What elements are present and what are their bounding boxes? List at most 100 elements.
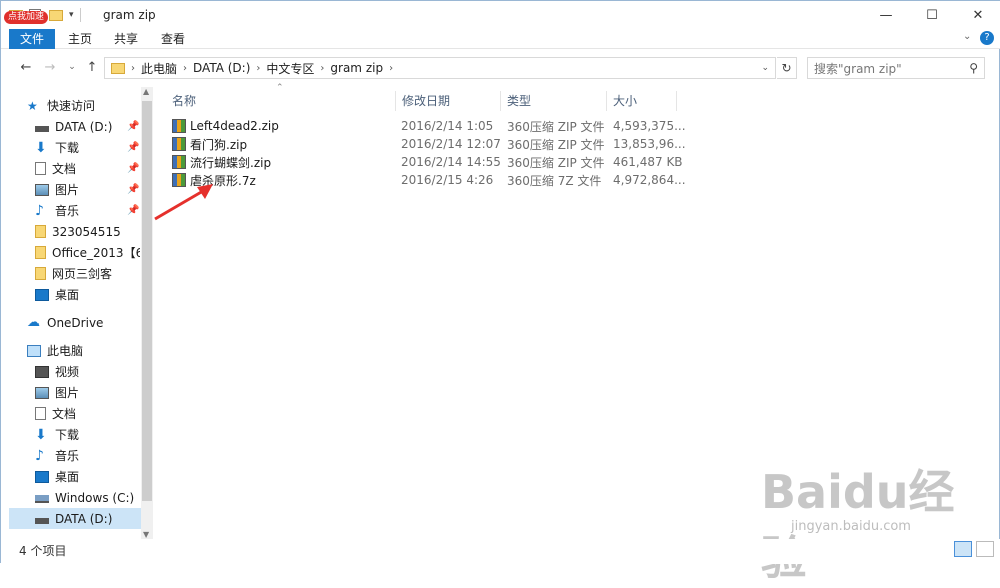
new-folder-icon[interactable] [49,9,63,21]
folder-icon [111,62,125,74]
column-header-date[interactable]: 修改日期 [396,91,501,111]
customize-toolbar-chevron-icon[interactable]: ▾ [69,10,74,20]
star-icon: ★ [27,98,38,113]
table-row[interactable]: 虐杀原形.7z 2016/2/15 4:26 360压缩 7Z 文件 4,972… [172,171,692,189]
column-header-name[interactable]: 名称 [166,91,396,111]
table-row[interactable]: Left4dead2.zip 2016/2/14 1:05 360压缩 ZIP … [172,117,692,135]
scroll-down-icon[interactable]: ▼ [143,530,149,539]
zip-file-icon [172,119,186,133]
file-date: 2016/2/15 4:26 [401,173,494,187]
pin-icon[interactable]: 📌 [127,121,139,132]
annotation-arrow-icon [154,184,213,221]
windows-drive-icon [35,495,49,503]
file-size: 4,593,375... [613,119,686,133]
tab-view[interactable]: 查看 [153,29,193,49]
file-date: 2016/2/14 14:55 [401,155,501,169]
drive-icon [35,517,49,524]
picture-icon [35,183,49,196]
music-icon: ♪ [35,202,44,219]
pin-icon[interactable]: 📌 [127,163,139,174]
pin-icon[interactable]: 📌 [127,142,139,153]
up-button[interactable]: ↑ [83,58,101,76]
pin-icon[interactable]: 📌 [127,205,139,216]
tab-home[interactable]: 主页 [61,29,99,49]
folder-icon [35,267,46,280]
minimize-button[interactable]: — [863,1,909,29]
drive-icon [35,125,49,132]
address-dropdown-icon[interactable]: ⌄ [761,63,769,73]
nav-item-pc-downloads[interactable]: ⬇ 下载 [35,424,153,445]
nav-item-desktop[interactable]: 桌面 [35,284,153,305]
document-icon [35,162,46,175]
document-icon [35,407,46,420]
maximize-button[interactable]: ☐ [909,1,955,29]
recent-locations-chevron-icon[interactable]: ⌄ [63,58,81,76]
search-placeholder: 搜索"gram zip" [814,61,902,76]
download-icon: ⬇ [35,426,47,443]
folder-icon [35,246,46,259]
nav-this-pc[interactable]: 此电脑 [27,340,153,361]
help-icon[interactable]: ? [980,31,994,45]
file-size: 461,487 KB [613,155,683,169]
table-row[interactable]: 流行蝴蝶剑.zip 2016/2/14 14:55 360压缩 ZIP 文件 4… [172,153,692,171]
zip-file-icon [172,137,186,151]
column-header-size[interactable]: 大小 [607,91,677,111]
file-type: 360压缩 ZIP 文件 [507,155,605,170]
cloud-icon: ☁ [27,314,40,330]
address-row: ← → ⌄ ↑ › 此电脑 › DATA (D:) › 中文专区 › gram … [1,53,1000,81]
nav-onedrive[interactable]: ☁ OneDrive [27,312,153,333]
tab-file[interactable]: 文件 [9,29,55,49]
details-view-icon[interactable] [954,541,972,557]
tab-share[interactable]: 共享 [107,29,145,49]
forward-button[interactable]: → [41,58,59,76]
nav-item-videos[interactable]: 视频 [35,361,153,382]
sort-ascending-icon: ⌃ [276,83,284,93]
desktop-icon [35,288,49,301]
column-header-type[interactable]: 类型 [501,91,607,111]
nav-quick-access[interactable]: ★ 快速访问 [27,95,153,116]
file-type: 360压缩 ZIP 文件 [507,119,605,134]
title-bar: ▾ 点我加速 gram zip — ☐ ✕ [1,1,1000,29]
picture-icon [35,386,49,399]
speedup-badge[interactable]: 点我加速 [4,11,49,24]
file-date: 2016/2/14 12:07 [401,137,501,151]
nav-item-pc-desktop[interactable]: 桌面 [35,466,153,487]
zip-file-icon [172,155,186,169]
address-bar[interactable]: › 此电脑 › DATA (D:) › 中文专区 › gram zip › ⌄ [104,57,776,79]
baidu-watermark-url: jingyan.baidu.com [791,519,911,534]
nav-item-pc-pictures[interactable]: 图片 [35,382,153,403]
file-size: 13,853,96... [613,137,686,151]
navigation-pane: ★ 快速访问 DATA (D:) ⬇ 下载 文档 图片 ♪ 音乐 3230545… [1,87,153,539]
expand-ribbon-icon[interactable]: ⌄ [963,31,971,42]
pin-icon[interactable]: 📌 [127,184,139,195]
nav-item-pc-music[interactable]: ♪ 音乐 [35,445,153,466]
file-name: 流行蝴蝶剑.zip [190,155,272,170]
file-type: 360压缩 ZIP 文件 [507,137,605,152]
nav-item-folder-323054515[interactable]: 323054515 [35,221,153,242]
breadcrumb-chinese-zone[interactable]: 中文专区 [260,60,320,77]
refresh-button[interactable]: ↻ [777,57,797,79]
breadcrumb-separator-icon: › [389,62,394,74]
scroll-up-icon[interactable]: ▲ [143,87,149,96]
close-button[interactable]: ✕ [955,1,1000,29]
nav-item-data-d-selected[interactable]: DATA (D:) [9,508,141,529]
table-row[interactable]: 看门狗.zip 2016/2/14 12:07 360压缩 ZIP 文件 13,… [172,135,692,153]
breadcrumb-gram-zip[interactable]: gram zip [324,61,389,75]
status-bar: 4 个项目 [1,539,1000,564]
breadcrumb-this-pc[interactable]: 此电脑 [135,60,183,77]
search-input[interactable]: 搜索"gram zip" ⚲ [807,57,985,79]
large-icons-view-icon[interactable] [976,541,994,557]
nav-item-windows-c[interactable]: Windows (C:) [35,487,153,508]
nav-item-pc-documents[interactable]: 文档 [35,403,153,424]
window-title: gram zip [103,8,156,22]
item-count: 4 个项目 [19,544,67,558]
desktop-icon [35,470,49,483]
download-icon: ⬇ [35,139,47,156]
nav-item-office-2013[interactable]: Office_2013【64位 [35,242,153,263]
back-button[interactable]: ← [17,58,35,76]
nav-item-web-tools[interactable]: 网页三剑客 [35,263,153,284]
breadcrumb-data-drive[interactable]: DATA (D:) [187,61,256,75]
file-date: 2016/2/14 1:05 [401,119,494,133]
video-icon [35,365,49,378]
nav-scrollbar-thumb[interactable] [142,101,152,501]
